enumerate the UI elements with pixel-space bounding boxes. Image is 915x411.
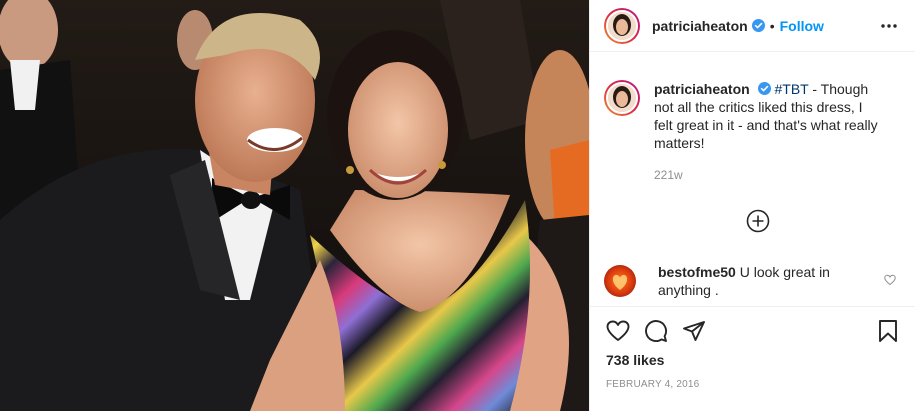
comment-text: bestofme50 U look great in anything . xyxy=(658,263,878,299)
commenter-username[interactable]: bestofme50 xyxy=(658,264,736,280)
like-count[interactable]: 738 likes xyxy=(606,352,664,368)
author-username[interactable]: patriciaheaton xyxy=(652,18,748,34)
commenter-avatar[interactable] xyxy=(604,265,636,297)
post-side-panel: patriciaheaton • Follow patriciaheaton #… xyxy=(589,0,915,411)
more-options-icon[interactable] xyxy=(880,17,898,35)
caption-hashtag[interactable]: #TBT xyxy=(774,81,808,97)
caption-avatar[interactable] xyxy=(604,80,640,116)
heart-icon[interactable] xyxy=(606,319,630,343)
verified-badge-icon xyxy=(751,19,765,32)
action-icons xyxy=(606,319,706,343)
actions-section: 738 likes February 4, 2016 xyxy=(590,306,915,411)
caption: patriciaheaton #TBT - Though not all the… xyxy=(604,80,904,184)
caption-timestamp[interactable]: 221w xyxy=(654,166,882,184)
author-avatar[interactable] xyxy=(604,7,640,44)
caption-text: patriciaheaton #TBT - Though not all the… xyxy=(654,80,882,184)
post-header: patriciaheaton • Follow xyxy=(590,0,915,52)
follow-button[interactable]: Follow xyxy=(780,18,824,34)
comment-icon[interactable] xyxy=(644,319,668,343)
comment-like-icon[interactable] xyxy=(884,274,896,286)
caption-username[interactable]: patriciaheaton xyxy=(654,81,750,97)
post-photo[interactable] xyxy=(0,0,589,411)
photo-illustration xyxy=(0,0,589,411)
plus-circle-icon[interactable] xyxy=(746,209,770,233)
separator-dot: • xyxy=(769,17,775,34)
post-date[interactable]: February 4, 2016 xyxy=(606,379,699,390)
comment-item: bestofme50 U look great in anything . xyxy=(604,263,914,299)
bookmark-icon[interactable] xyxy=(876,319,900,343)
verified-badge-icon xyxy=(757,82,771,95)
share-icon[interactable] xyxy=(682,319,706,343)
